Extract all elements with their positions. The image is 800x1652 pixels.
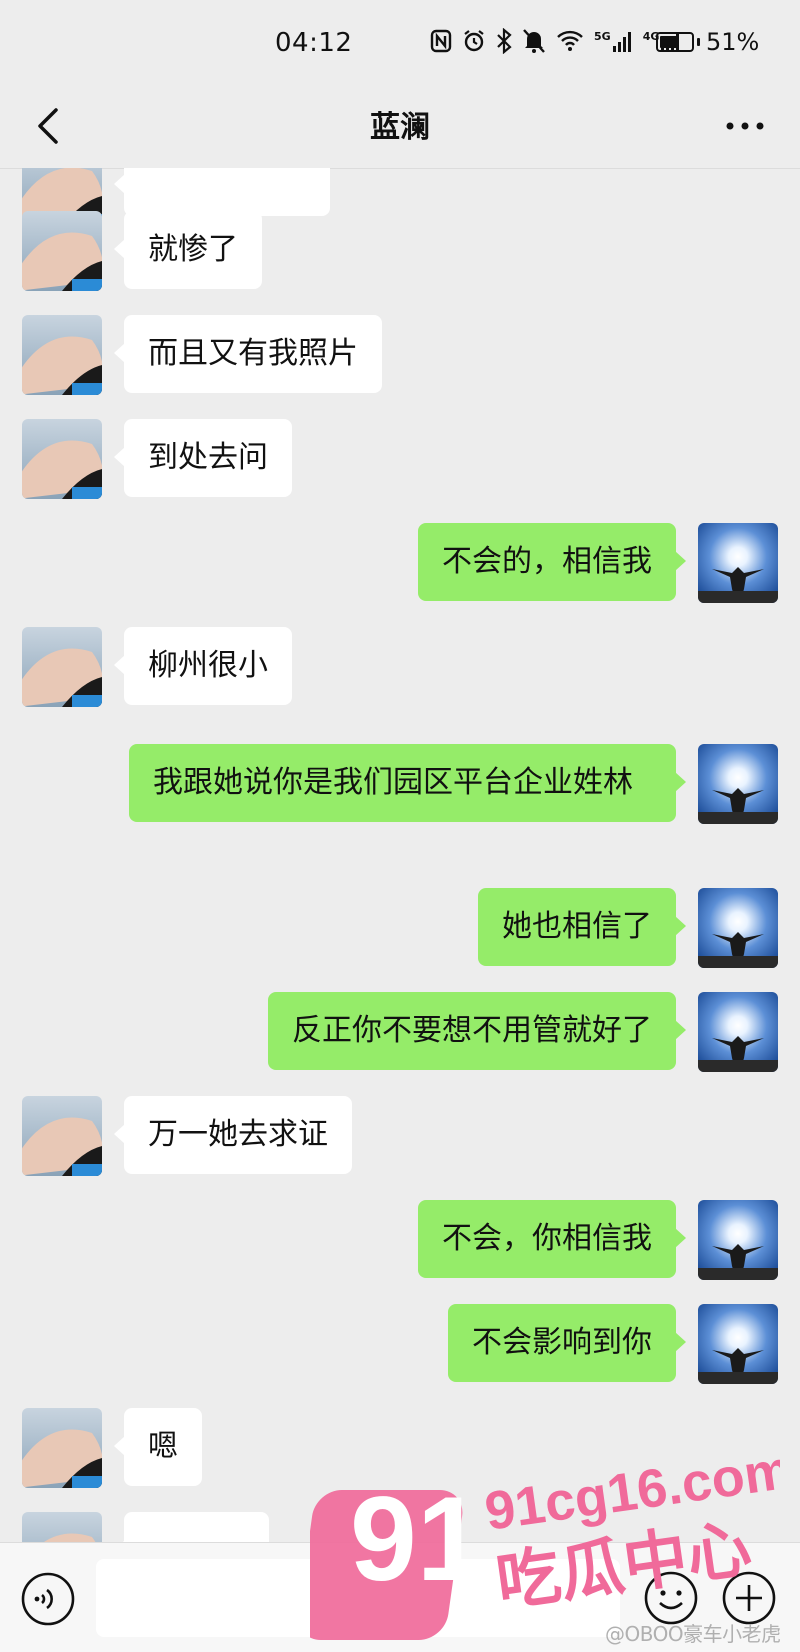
message-left: 而且又有我照片 — [22, 315, 382, 395]
chat-screen: 04:12 5G 4G 51% 蓝澜 就惨了 而且又有我照片 到处去问 不会的，… — [0, 0, 800, 1652]
battery-percent: 51% — [706, 28, 760, 56]
voice-icon[interactable] — [20, 1571, 76, 1627]
status-icons: 5G 4G — [430, 28, 681, 54]
message-bubble: 到处去问 — [114, 419, 292, 497]
message-bubble: 而且又有我照片 — [114, 315, 382, 393]
chat-header: 蓝澜 — [0, 88, 800, 169]
message-right: 不会的，相信我 — [418, 523, 778, 603]
message-left: 就惨了 — [22, 211, 262, 291]
message-right: 不会，你相信我 — [418, 1200, 778, 1280]
avatar-hat — [22, 419, 102, 499]
alarm-icon — [464, 30, 484, 52]
nfc-icon — [430, 29, 452, 53]
message-bubble: 柳州很小 — [114, 627, 292, 705]
chat-title: 蓝澜 — [370, 110, 430, 145]
message-bubble: 反正你不要想不用管就好了 — [268, 992, 686, 1070]
status-bar: 04:12 5G 4G 51% — [0, 0, 800, 88]
message-bubble: 不会的，相信我 — [418, 523, 686, 601]
battery-icon — [656, 32, 694, 52]
mute-icon — [523, 29, 545, 53]
message-bubble: 她也相信了 — [478, 888, 686, 966]
message-input[interactable] — [96, 1559, 620, 1637]
bluetooth-icon — [497, 28, 512, 54]
signal-5g-icon: 5G — [594, 30, 633, 52]
avatar-sun — [698, 888, 778, 968]
avatar-hat — [22, 627, 102, 707]
avatar-sun — [698, 992, 778, 1072]
message-bubble: 不会，你相信我 — [418, 1200, 686, 1278]
watermark-handle: @OBOO豪车小老虎 — [605, 1622, 781, 1646]
avatar-sun — [698, 523, 778, 603]
message-bubble: 万一她去求证 — [114, 1096, 352, 1174]
message-left-cropped — [22, 1512, 269, 1542]
avatar-hat — [22, 1096, 102, 1176]
message-bubble: 就惨了 — [114, 211, 262, 289]
avatar-hat — [22, 1512, 102, 1542]
message-bubble: 我跟她说你是我们园区平台企业姓林 — [129, 744, 686, 822]
more-dots-icon[interactable] — [720, 106, 770, 146]
message-right: 不会影响到你 — [448, 1304, 778, 1384]
message-bubble: 嗯 — [114, 1408, 202, 1486]
message-bubble: 不会影响到你 — [448, 1304, 686, 1382]
message-list[interactable]: 就惨了 而且又有我照片 到处去问 不会的，相信我 柳州很小 我跟她说你是我们园区… — [0, 168, 800, 1542]
message-bubble — [114, 168, 330, 216]
message-left: 到处去问 — [22, 419, 292, 499]
battery-tip — [697, 38, 700, 46]
avatar-sun — [698, 744, 778, 824]
avatar-hat — [22, 211, 102, 291]
message-left: 万一她去求证 — [22, 1096, 352, 1176]
message-bubble — [114, 1512, 269, 1542]
avatar-sun — [698, 1304, 778, 1384]
message-left: 柳州很小 — [22, 627, 292, 707]
avatar-hat — [22, 315, 102, 395]
message-left: 嗯 — [22, 1408, 202, 1488]
wifi-icon — [557, 30, 583, 51]
message-right: 我跟她说你是我们园区平台企业姓林 — [129, 744, 778, 824]
message-right: 反正你不要想不用管就好了 — [268, 992, 778, 1072]
status-time: 04:12 — [275, 28, 353, 58]
avatar-sun — [698, 1200, 778, 1280]
avatar-hat — [22, 1408, 102, 1488]
message-right: 她也相信了 — [478, 888, 778, 968]
